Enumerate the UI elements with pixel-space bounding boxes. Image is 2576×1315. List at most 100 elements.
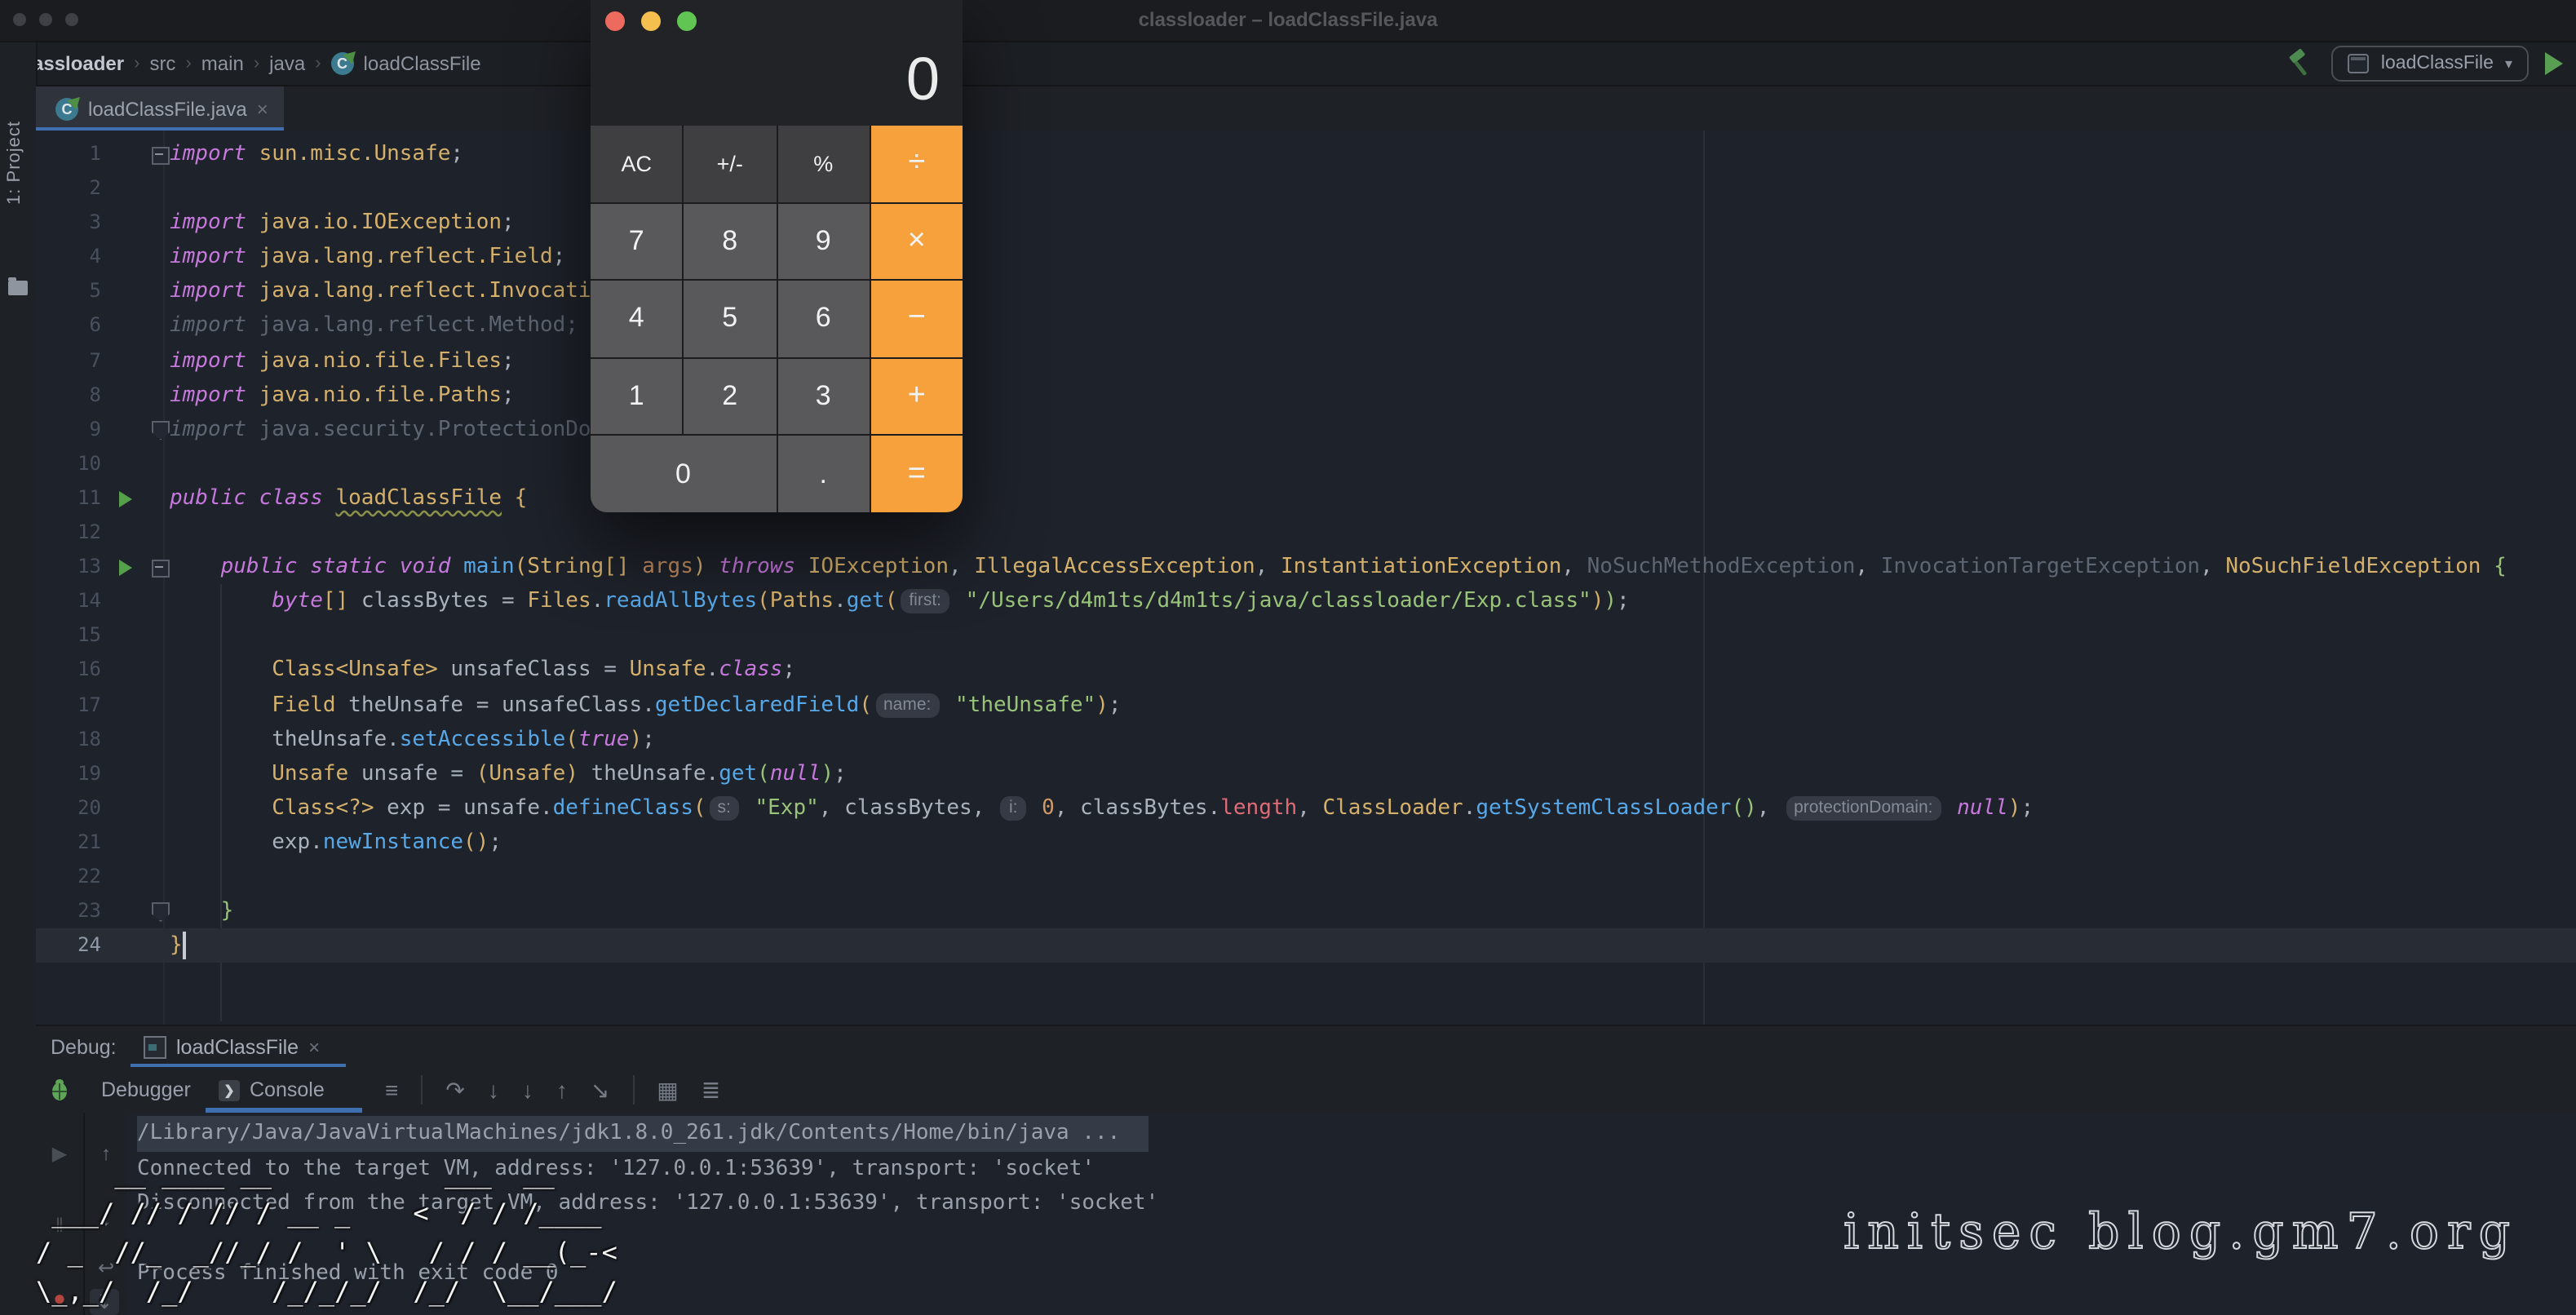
step-out-icon[interactable]: ↑ <box>556 1077 568 1103</box>
code-line[interactable]: 11public class loadClassFile { <box>36 481 2576 516</box>
navigation-bar: classloader›src›main›java›CloadClassFile… <box>0 42 2576 86</box>
breadcrumb-separator: › <box>134 54 139 73</box>
breadcrumb-file[interactable]: loadClassFile <box>364 52 481 75</box>
calc-button-8[interactable]: 8 <box>684 203 777 279</box>
line-number: 6 <box>36 309 101 343</box>
layout-settings-icon[interactable]: ≣ <box>702 1076 720 1104</box>
tab-debugger[interactable]: Debugger <box>101 1067 191 1113</box>
calc-button-2[interactable]: 2 <box>684 359 777 435</box>
line-number: 17 <box>36 688 101 722</box>
calc-button-3[interactable]: 3 <box>777 359 870 435</box>
code-line[interactable]: 14 byte[] classBytes = Files.readAllByte… <box>36 584 2576 618</box>
breadcrumb-item[interactable]: main <box>201 52 244 75</box>
folder-icon <box>8 281 28 295</box>
code-line[interactable]: 10 <box>36 447 2576 481</box>
calc-button-−[interactable]: − <box>871 281 963 356</box>
calc-button-9[interactable]: 9 <box>777 203 870 279</box>
calc-button-0[interactable]: 0 <box>591 436 776 512</box>
code-line[interactable]: 22 <box>36 860 2576 894</box>
calc-button-5[interactable]: 5 <box>684 281 777 356</box>
breadcrumb-separator: › <box>254 54 259 73</box>
run-gutter-icon[interactable] <box>119 491 132 507</box>
calc-button-+/-[interactable]: +/- <box>684 126 777 201</box>
force-step-into-icon[interactable]: ↓ <box>522 1077 533 1103</box>
calc-button-1[interactable]: 1 <box>591 359 683 435</box>
run-gutter-icon[interactable] <box>119 560 132 576</box>
calculator-window[interactable]: 0 AC+/-%÷789×456−123+0.= <box>591 0 963 512</box>
line-number: 20 <box>36 791 101 826</box>
code-line[interactable]: 9import java.security.ProtectionDomain; <box>36 413 2576 447</box>
run-configuration-select[interactable]: loadClassFile ▾ <box>2332 46 2529 82</box>
tab-console[interactable]: ❯ Console <box>219 1067 325 1113</box>
step-over-icon[interactable]: ↷ <box>445 1076 464 1104</box>
code-line[interactable]: 3import java.io.IOException; <box>36 206 2576 240</box>
tab-loadclassfile-java[interactable]: C loadClassFile.java × <box>36 86 285 131</box>
code-editor[interactable]: 1import sun.misc.Unsafe;23import java.io… <box>36 131 2576 1025</box>
code-line[interactable]: 8import java.nio.file.Paths; <box>36 378 2576 412</box>
console-tab-label: Console <box>250 1078 325 1101</box>
parameter-hint: s: <box>710 796 739 821</box>
line-number: 7 <box>36 343 101 378</box>
code-line[interactable]: 17 Field theUnsafe = unsafeClass.getDecl… <box>36 688 2576 722</box>
calc-button-=[interactable]: = <box>871 436 963 512</box>
run-button[interactable] <box>2545 52 2563 75</box>
line-number: 23 <box>36 894 101 928</box>
project-tool-window-button[interactable]: 1: Project <box>5 121 24 205</box>
calc-minimize-icon[interactable] <box>641 11 661 31</box>
breadcrumb-item[interactable]: src <box>149 52 175 75</box>
line-number: 10 <box>36 447 101 481</box>
fold-icon[interactable] <box>152 560 170 578</box>
code-line[interactable]: 2 <box>36 171 2576 206</box>
sort-lines-icon[interactable]: ≡ <box>385 1077 398 1103</box>
code-line[interactable]: 1import sun.misc.Unsafe; <box>36 137 2576 171</box>
close-session-icon[interactable]: × <box>308 1036 320 1059</box>
calc-zoom-icon[interactable] <box>677 11 697 31</box>
code-line[interactable]: 19 Unsafe unsafe = (Unsafe) theUnsafe.ge… <box>36 756 2576 790</box>
breadcrumb[interactable]: classloader›src›main›java›CloadClassFile <box>16 42 481 85</box>
code-line[interactable]: 7import java.nio.file.Files; <box>36 343 2576 378</box>
calc-button-4[interactable]: 4 <box>591 281 683 356</box>
code-line[interactable]: 24} <box>36 928 2576 963</box>
code-line[interactable]: 15 <box>36 619 2576 653</box>
separator <box>421 1075 423 1105</box>
line-number: 4 <box>36 241 101 275</box>
run-to-cursor-icon[interactable]: ↘ <box>591 1076 609 1104</box>
separator <box>632 1075 634 1105</box>
calc-button-÷[interactable]: ÷ <box>871 126 963 201</box>
calc-button-.[interactable]: . <box>777 436 870 512</box>
step-into-icon[interactable]: ↓ <box>488 1077 499 1103</box>
calc-button-×[interactable]: × <box>871 203 963 279</box>
code-line[interactable]: 21 exp.newInstance(); <box>36 826 2576 860</box>
calc-button-6[interactable]: 6 <box>777 281 870 356</box>
code-line[interactable]: 6import java.lang.reflect.Method; <box>36 309 2576 343</box>
fold-icon[interactable] <box>152 147 170 165</box>
code-line[interactable]: 23 } <box>36 894 2576 928</box>
parameter-hint: i: <box>1001 796 1026 821</box>
debug-toolbar: Debugger ❯ Console ≡ ↷ ↓ ↓ ↑ ↘ ▦ ≣ <box>36 1067 2576 1114</box>
code-line[interactable]: 18 theUnsafe.setAccessible(true); <box>36 722 2576 756</box>
debug-session-tab[interactable]: loadClassFile × <box>131 1026 333 1069</box>
java-class-icon: C <box>55 97 78 120</box>
breadcrumb-item[interactable]: java <box>269 52 305 75</box>
evaluate-expression-icon[interactable]: ▦ <box>657 1076 678 1104</box>
code-line[interactable]: 12 <box>36 516 2576 550</box>
fold-end-icon[interactable] <box>152 421 170 441</box>
calc-button-+[interactable]: + <box>871 359 963 435</box>
code-line[interactable]: 16 Class<Unsafe> unsafeClass = Unsafe.cl… <box>36 653 2576 688</box>
line-number: 24 <box>36 928 101 963</box>
code-line[interactable]: 4import java.lang.reflect.Field; <box>36 241 2576 275</box>
run-configuration-label: loadClassFile <box>2381 54 2494 73</box>
ide-window: classloader – loadClassFile.java classlo… <box>0 0 2576 1315</box>
calc-close-icon[interactable] <box>605 11 625 31</box>
fold-end-icon[interactable] <box>152 902 170 922</box>
calc-button-7[interactable]: 7 <box>591 203 683 279</box>
code-line[interactable]: 20 Class<?> exp = unsafe.defineClass(s: … <box>36 791 2576 826</box>
build-hammer-icon[interactable] <box>2286 49 2316 78</box>
code-line[interactable]: 5import java.lang.reflect.InvocationTarg… <box>36 275 2576 309</box>
calc-button-AC[interactable]: AC <box>591 126 683 201</box>
calc-button-%[interactable]: % <box>777 126 870 201</box>
close-tab-icon[interactable]: × <box>257 97 268 120</box>
terminal-icon: ❯ <box>219 1079 240 1100</box>
line-number: 9 <box>36 413 101 447</box>
code-line[interactable]: 13 public static void main(String[] args… <box>36 550 2576 584</box>
